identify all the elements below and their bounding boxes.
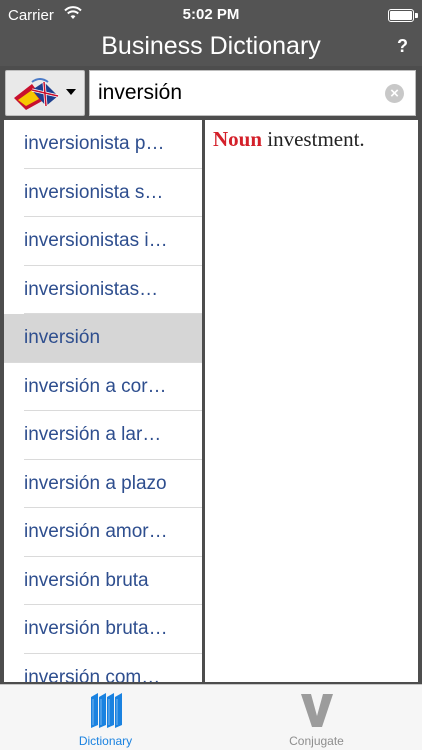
list-item[interactable]: inversión bruta [24, 557, 202, 605]
list-item-selected[interactable]: inversión [4, 314, 202, 363]
navigation-bar: Business Dictionary ? [0, 30, 422, 66]
status-bar: Carrier 5:02 PM [0, 0, 422, 30]
list-item[interactable]: inversionista s… [24, 169, 202, 217]
list-item[interactable]: inversión bruta… [24, 605, 202, 654]
list-item-label: inversión amor… [24, 521, 168, 542]
search-field[interactable]: × [89, 70, 416, 116]
tab-dictionary[interactable]: Dictionary [0, 685, 211, 750]
list-item[interactable]: inversión a plazo [24, 460, 202, 508]
list-item-label: inversión [24, 327, 101, 348]
list-item[interactable]: inversión a lar… [24, 411, 202, 460]
list-item-label: inversión a cor… [24, 375, 167, 397]
tab-bar: Dictionary Conjugate [0, 684, 422, 750]
tab-dictionary-label: Dictionary [78, 734, 133, 748]
clear-search-icon[interactable]: × [385, 84, 404, 103]
spain-uk-flags-icon [14, 78, 76, 110]
search-bar: × [0, 66, 422, 120]
search-input[interactable] [98, 78, 378, 108]
list-item-label: inversión a lar… [24, 424, 162, 445]
status-time: 5:02 PM [182, 6, 240, 23]
list-item-label: inversionistas i… [24, 230, 168, 251]
definition-panel: Noun investment. [205, 120, 418, 682]
tab-conjugate[interactable]: Conjugate [211, 685, 422, 750]
tab-conjugate-label: Conjugate [289, 734, 344, 748]
list-item[interactable]: inversionista p… [24, 120, 202, 169]
list-item[interactable]: inversionistas… [24, 266, 202, 314]
page-title: Business Dictionary [101, 32, 321, 60]
definition-text: Noun investment. [213, 127, 410, 152]
list-item-label: inversionista p… [24, 133, 165, 154]
list-item-label: inversión bruta [24, 569, 149, 591]
list-item[interactable]: inversionistas i… [24, 217, 202, 266]
list-item[interactable]: inversión com… [24, 654, 202, 683]
help-button[interactable]: ? [397, 36, 408, 57]
part-of-speech: Noun [213, 127, 263, 151]
list-item[interactable]: inversión a cor… [24, 363, 202, 411]
definition-meaning: investment. [262, 127, 365, 151]
v-letter-icon [300, 694, 333, 727]
list-item-label: inversión com… [24, 666, 161, 683]
word-list[interactable]: inversionista p… inversionista s… invers… [4, 120, 202, 682]
battery-icon [388, 9, 418, 22]
books-icon [90, 693, 122, 728]
list-item-label: inversionista s… [24, 181, 164, 203]
list-item-label: inversión bruta… [24, 618, 168, 639]
language-selector-button[interactable] [5, 70, 85, 116]
list-item-label: inversionistas… [24, 278, 159, 300]
list-item[interactable]: inversión amor… [24, 508, 202, 557]
list-item-label: inversión a plazo [24, 472, 167, 494]
